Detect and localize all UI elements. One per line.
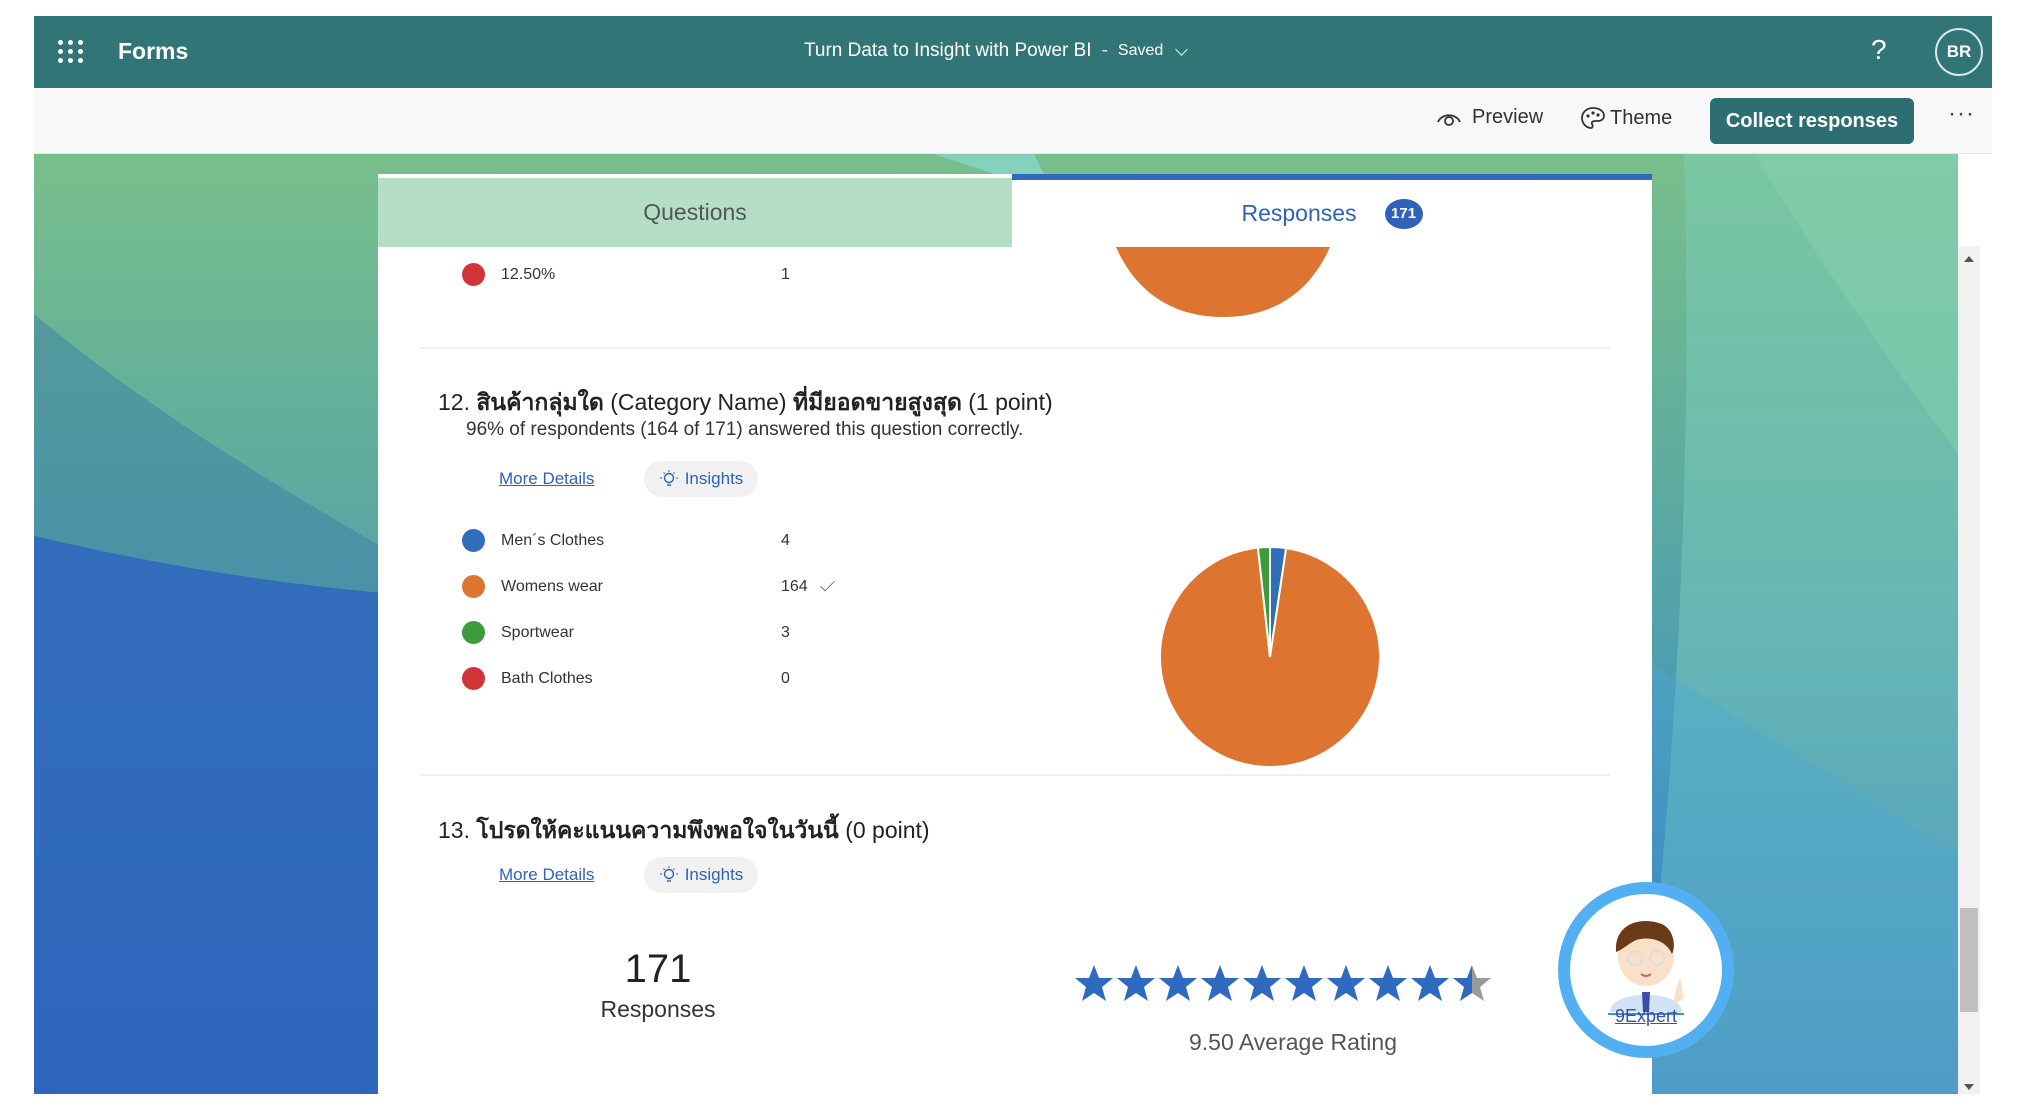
tab-responses[interactable]: Responses 171 [1012, 174, 1652, 247]
star-icon [1201, 965, 1239, 1001]
response-count-label: Responses [600, 996, 716, 1022]
star-icon [1117, 965, 1155, 1001]
rating-stars [1073, 963, 1493, 1003]
question-number: 13. [438, 817, 470, 843]
average-rating-label: 9.50 Average Rating [1188, 1029, 1397, 1055]
form-title: Turn Data to Insight with Power BI [804, 40, 1092, 61]
save-status: Saved [1117, 42, 1164, 59]
star-icon [1285, 965, 1323, 1001]
app-launcher-icon[interactable] [58, 40, 84, 64]
user-avatar[interactable]: BR [1935, 28, 1983, 76]
question-points: (1 point) [968, 389, 1053, 415]
legend-color-dot [462, 667, 485, 690]
question-text-en: (Category Name) [610, 389, 787, 415]
q12-pie-chart [1159, 545, 1381, 768]
legend-item: Bath Clothes 0 [462, 667, 790, 690]
q11-pie-chart-partial [1116, 247, 1330, 317]
question-12-summary: 96% of respondents (164 of 171) answered… [466, 419, 1024, 440]
lightbulb-icon [659, 470, 678, 486]
more-details-link[interactable]: More Details [499, 469, 594, 489]
legend-label: Bath Clothes [501, 669, 593, 687]
legend-color-dot [462, 621, 485, 644]
question-12-title: 12. สินค้ากลุ่มใด (Category Name) ที่มีย… [438, 385, 1053, 421]
page-scrollbar[interactable] [1958, 246, 1980, 1094]
insights-button[interactable]: Insights [644, 461, 758, 497]
legend-item: 12.50% 1 [462, 263, 821, 286]
scroll-up-arrow-icon[interactable] [1964, 256, 1974, 262]
question-points: (0 point) [845, 817, 930, 843]
legend-label: Men´s Clothes [501, 531, 605, 549]
lightbulb-icon [659, 866, 678, 882]
legend-item: Sportwear 3 [462, 621, 790, 644]
legend-count: 1 [781, 265, 790, 283]
legend-count: 3 [781, 623, 790, 641]
9expert-logo: 9Expert [1558, 882, 1734, 1058]
help-button[interactable]: ? [1871, 34, 1887, 66]
title-separator: - [1101, 40, 1108, 61]
preview-button[interactable]: Preview [1436, 106, 1543, 129]
legend-count: 164 [781, 577, 808, 595]
form-title-area[interactable]: Turn Data to Insight with Power BI - Sav… [804, 40, 1189, 62]
star-icon [1327, 965, 1365, 1001]
responses-count-badge: 171 [1384, 198, 1423, 229]
form-card: Questions Responses 171 12.50% 1 12. สิน… [378, 174, 1652, 1094]
question-divider [420, 347, 1610, 349]
legend-item: Men´s Clothes 4 [462, 529, 790, 552]
insights-label: Insights [684, 469, 744, 488]
legend-count: 0 [781, 669, 790, 687]
app-name[interactable]: Forms [118, 38, 188, 65]
insights-label: Insights [684, 865, 744, 884]
more-details-link[interactable]: More Details [499, 865, 594, 885]
legend-color-dot [462, 529, 485, 552]
legend-color-dot [462, 263, 485, 286]
star-icon [1075, 965, 1113, 1001]
pie-slice-partial [1116, 247, 1330, 317]
mascot-brand-text: 9Expert [1614, 1006, 1678, 1026]
question-text-thai: สินค้ากลุ่มใด [476, 389, 604, 415]
theme-label: Theme [1610, 106, 1673, 129]
tab-questions[interactable]: Questions [378, 178, 1012, 247]
scroll-thumb[interactable] [1960, 908, 1978, 1012]
star-icon [1453, 965, 1491, 1001]
legend-label: Womens wear [501, 577, 603, 595]
top-app-bar: Forms Turn Data to Insight with Power BI… [34, 16, 1992, 88]
palette-icon [1581, 107, 1605, 129]
correct-answer-check-icon [819, 576, 835, 591]
legend-count: 4 [781, 531, 790, 549]
response-count-number: 171 [624, 947, 692, 991]
question-text-thai: โปรดให้คะแนนความพึงพอใจในวันนี้ [476, 817, 839, 843]
question-number: 12. [438, 389, 470, 415]
legend-label: 12.50% [501, 265, 556, 283]
eye-icon [1437, 113, 1461, 126]
responses-content: 12.50% 1 12. สินค้ากลุ่มใด (Category Nam… [378, 247, 1652, 1094]
legend-label: Sportwear [501, 623, 574, 641]
star-icon [1243, 965, 1281, 1001]
legend-item: Womens wear 164 [462, 575, 835, 598]
form-tabs: Questions Responses 171 [378, 174, 1652, 247]
star-icon [1159, 965, 1197, 1001]
collect-responses-button[interactable]: Collect responses [1710, 98, 1914, 144]
star-icon [1369, 965, 1407, 1001]
forms-app-window: Forms Turn Data to Insight with Power BI… [34, 16, 1992, 1094]
question-13-title: 13. โปรดให้คะแนนความพึงพอใจในวันนี้ (0 p… [438, 813, 930, 849]
preview-label: Preview [1472, 106, 1544, 128]
insights-button[interactable]: Insights [644, 857, 758, 893]
question-text-thai-2: ที่มียอดขายสูงสุด [792, 389, 962, 415]
tab-responses-label: Responses [1241, 200, 1357, 226]
form-toolbar: Preview Theme Collect responses ··· [34, 88, 1992, 154]
star-icon [1411, 965, 1449, 1001]
question-divider [420, 774, 1610, 776]
chevron-down-icon[interactable] [1175, 42, 1189, 56]
more-options-icon[interactable]: ··· [1948, 100, 1975, 128]
theme-button[interactable]: Theme [1580, 106, 1672, 130]
response-count-summary: 171 Responses [558, 947, 758, 1023]
legend-color-dot [462, 575, 485, 598]
scroll-down-arrow-icon[interactable] [1964, 1084, 1974, 1090]
